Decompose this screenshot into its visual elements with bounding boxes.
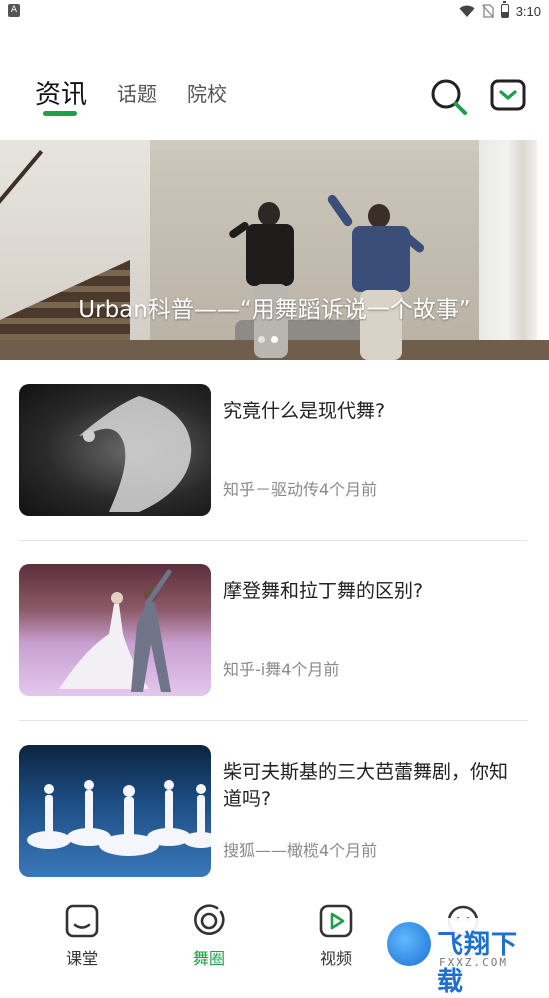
ballerinas-silhouette	[27, 780, 211, 856]
tab-schools[interactable]: 院校	[187, 78, 227, 107]
tab-news[interactable]: 资讯	[35, 74, 87, 111]
news-title: 摩登舞和拉丁舞的区别?	[223, 580, 424, 602]
watermark-emblem	[387, 922, 431, 966]
top-nav: 资讯 话题 院校	[0, 60, 549, 130]
no-sim-icon	[481, 4, 494, 18]
watermark-subtext: FXXZ.COM	[439, 956, 508, 969]
nav-item-classroom[interactable]: 课堂	[42, 903, 122, 969]
watermark-logo: 飞翔下载 FXXZ.COM	[383, 918, 539, 997]
dance-circle-icon	[194, 904, 225, 935]
carousel-indicator	[258, 336, 278, 343]
divider	[19, 540, 527, 541]
divider	[19, 720, 527, 721]
news-thumbnail-ballroom	[19, 564, 211, 696]
search-icon[interactable]	[430, 78, 468, 116]
battery-icon	[500, 1, 509, 18]
status-time: 3:10	[515, 3, 541, 19]
news-meta: 搜狐——橄榄4个月前	[223, 841, 378, 860]
banner-title: Urban科普——“用舞蹈诉说一个故事”	[78, 297, 471, 323]
classroom-icon	[65, 904, 99, 938]
news-item[interactable]: 柴可夫斯基的三大芭蕾舞剧，你知道吗? 搜狐——橄榄4个月前	[19, 745, 529, 879]
news-item[interactable]: 摩登舞和拉丁舞的区别? 知乎-i舞4个月前	[19, 564, 529, 698]
dancer-silhouette	[79, 396, 192, 512]
news-meta: 知乎－驱动传4个月前	[223, 480, 378, 499]
nav-label: 舞圈	[192, 949, 225, 968]
carousel-dot[interactable]	[258, 336, 265, 343]
nav-label: 课堂	[65, 949, 98, 968]
status-icons: 3:10	[459, 1, 541, 20]
nav-item-dance-circle[interactable]: 舞圈	[169, 903, 249, 969]
tab-topics[interactable]: 话题	[117, 78, 157, 107]
news-item[interactable]: 究竟什么是现代舞? 知乎－驱动传4个月前	[19, 384, 529, 518]
news-meta: 知乎-i舞4个月前	[223, 660, 340, 679]
news-title: 柴可夫斯基的三大芭蕾舞剧，你知道吗?	[223, 761, 509, 810]
banner-carousel[interactable]: Urban科普——“用舞蹈诉说一个故事”	[0, 140, 549, 360]
news-thumbnail-modern-dance	[19, 384, 211, 516]
nav-label: 视频	[319, 949, 352, 968]
video-icon	[319, 904, 353, 938]
carousel-dot-active[interactable]	[271, 336, 278, 343]
notification-badge: A	[8, 4, 20, 17]
couple-silhouette	[59, 569, 172, 692]
active-tab-indicator	[43, 111, 77, 116]
news-thumbnail-ballet	[19, 745, 211, 877]
status-bar: A 3:10	[0, 0, 549, 22]
nav-item-video[interactable]: 视频	[296, 903, 376, 969]
wifi-icon	[459, 5, 475, 17]
message-icon[interactable]	[490, 79, 526, 111]
news-title: 究竟什么是现代舞?	[223, 400, 386, 422]
